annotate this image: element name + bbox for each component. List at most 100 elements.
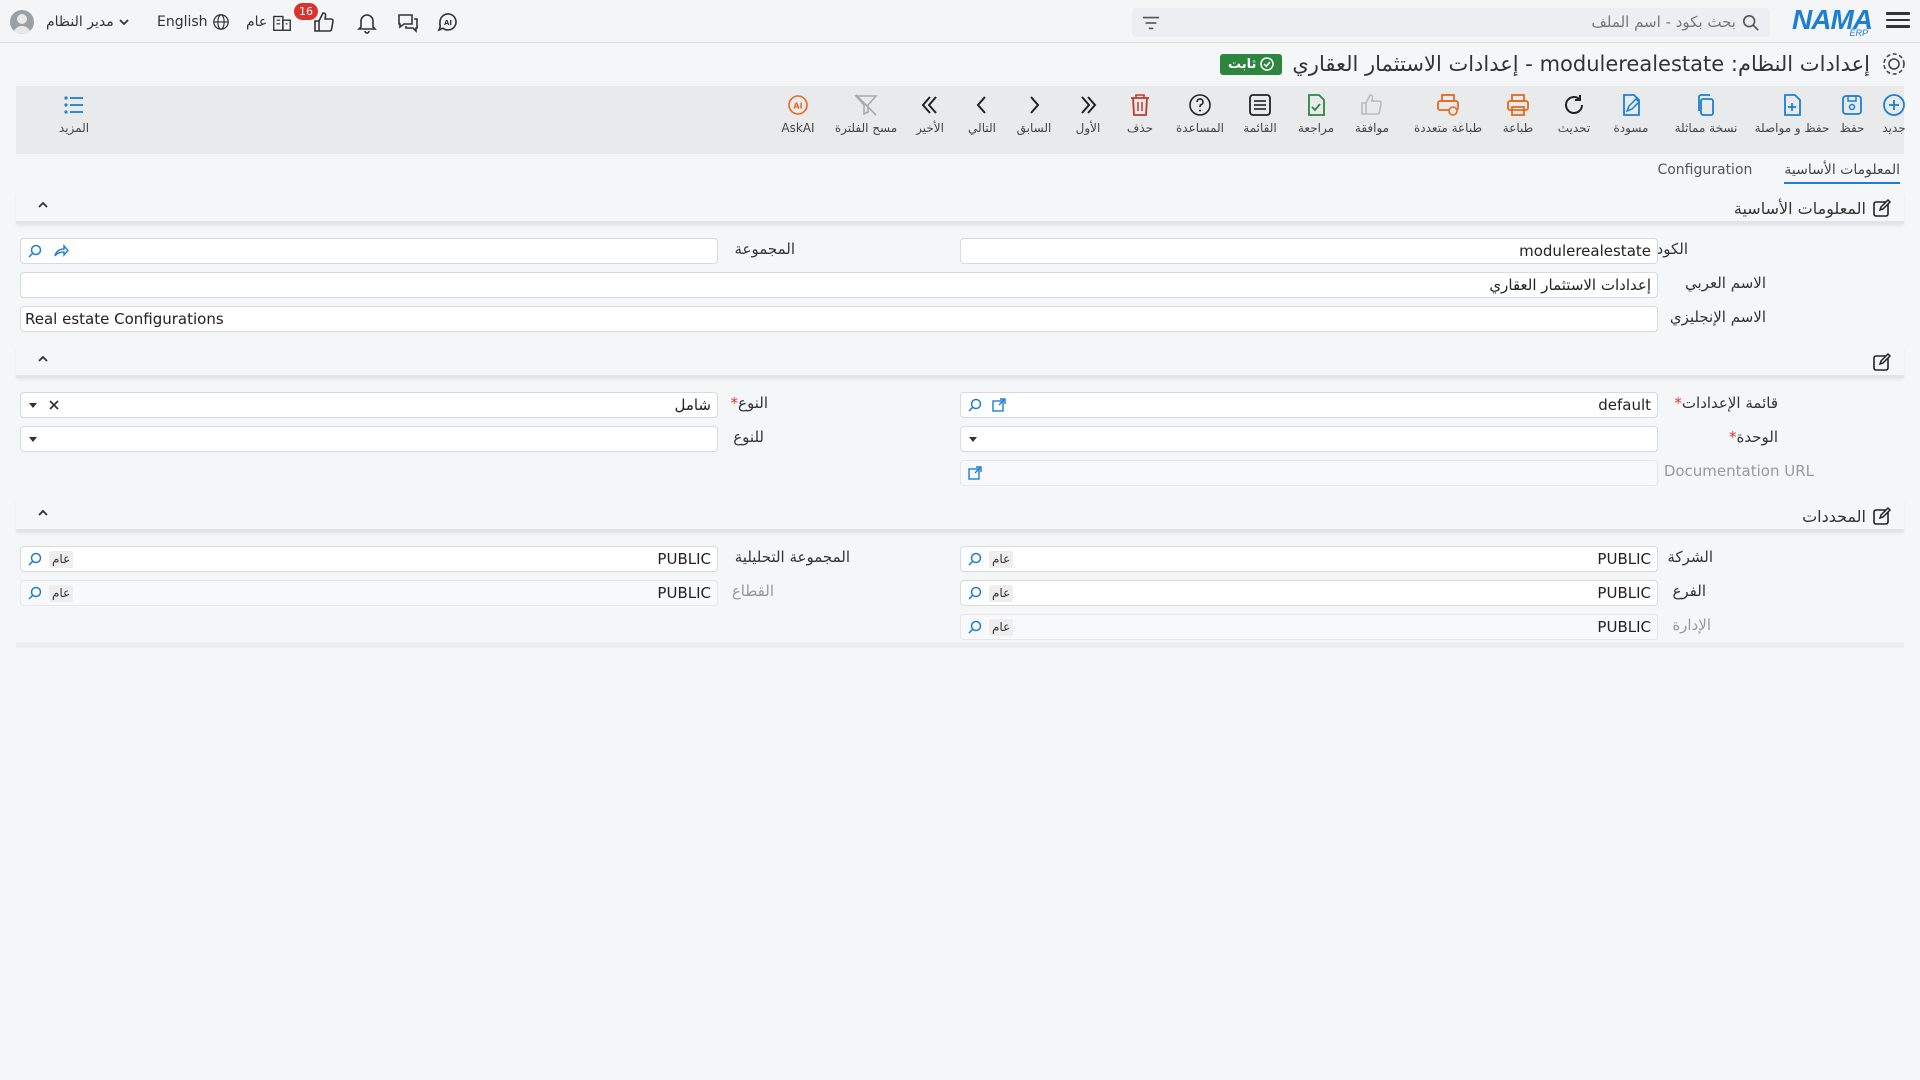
first-label: الأول (1075, 121, 1101, 135)
settings-list-label: قائمة الإعدادات* (1670, 394, 1778, 412)
company-tag: عام (989, 551, 1014, 568)
printer-icon (1507, 94, 1529, 116)
code-field[interactable]: modulerealestate (960, 238, 1658, 264)
search-lookup-icon[interactable] (967, 619, 983, 635)
collapse-icon[interactable] (36, 198, 50, 212)
next-label: التالي (968, 121, 996, 135)
analytic-group-value: PUBLIC (657, 550, 711, 568)
toolbar: جديد حفظ حفظ و مواصلة نسخة مماثلة مسودة … (16, 86, 1906, 154)
arabic-name-field[interactable]: إعدادات الاستثمار العقاري (20, 272, 1658, 298)
previous-label: السابق (1016, 121, 1052, 135)
collapse-icon[interactable] (36, 352, 50, 366)
settings-list-field[interactable]: default (960, 392, 1658, 418)
section-dimensions-title: المحددات (1802, 506, 1866, 526)
ai-chat-icon[interactable]: AI (436, 0, 460, 43)
clear-filter-icon (854, 94, 878, 116)
edit-icon (1873, 506, 1892, 525)
search-lookup-icon[interactable] (967, 397, 983, 413)
search-lookup-icon[interactable] (967, 585, 983, 601)
duplicate-label: نسخة مماثلة (1674, 121, 1738, 135)
filter-icon[interactable] (1142, 15, 1160, 31)
building-icon (273, 15, 292, 31)
type-label-text: النوع (738, 394, 768, 412)
dropdown-arrow-icon[interactable] (27, 399, 39, 411)
search-lookup-icon[interactable] (27, 243, 43, 259)
menu-icon[interactable] (1886, 8, 1910, 32)
chevron-down-icon (119, 18, 129, 25)
trash-icon (1131, 94, 1149, 116)
multi-print-button[interactable]: طباعة متعددة (1412, 92, 1484, 135)
status-badge: ثابت (1219, 53, 1283, 75)
section-basic-header[interactable]: المعلومات الأساسية (16, 192, 1904, 224)
company-label: الشركة (1667, 548, 1713, 566)
search-lookup-icon[interactable] (27, 551, 43, 567)
chat-icon[interactable] (396, 0, 420, 43)
sector-field[interactable]: PUBLIC عام (20, 580, 718, 606)
delete-label: حذف (1126, 121, 1154, 135)
clear-filter-button[interactable]: مسح الفلترة (830, 92, 902, 135)
required-mark: * (730, 394, 739, 412)
print-button[interactable]: طباعة (1482, 92, 1554, 135)
english-name-label: الاسم الإنجليزي (1669, 308, 1766, 326)
share-icon[interactable] (53, 243, 69, 259)
documentation-url-field[interactable] (960, 460, 1658, 486)
required-mark: * (1729, 428, 1737, 446)
status-text: ثابت (1227, 56, 1257, 72)
dropdown-arrow-icon[interactable] (27, 433, 39, 445)
required-mark: * (1674, 394, 1682, 412)
clear-filter-label: مسح الفلترة (834, 121, 898, 135)
analytic-group-field[interactable]: PUBLIC عام (20, 546, 718, 572)
group-label: المجموعة (734, 240, 795, 258)
branch-value: PUBLIC (1597, 584, 1651, 602)
more-button[interactable]: المزيد (38, 92, 110, 135)
save-continue-button[interactable]: حفظ و مواصلة (1755, 92, 1829, 135)
tab-configuration[interactable]: Configuration (1657, 160, 1752, 184)
double-chevron-left-icon (921, 96, 937, 114)
language-switch[interactable]: English (157, 0, 230, 43)
dropdown-arrow-icon[interactable] (967, 433, 979, 445)
duplicate-button[interactable]: نسخة مماثلة (1670, 92, 1742, 135)
tab-bar: المعلومات الأساسية Configuration (1657, 160, 1900, 184)
tab-basic-info[interactable]: المعلومات الأساسية (1784, 160, 1900, 184)
last-button[interactable]: الأخير (894, 92, 966, 135)
ask-ai-button[interactable]: AI AskAI (762, 92, 834, 135)
english-name-field[interactable]: Real estate Configurations (20, 306, 1658, 332)
for-type-select[interactable] (20, 426, 718, 452)
branch-label: الفرع (1672, 582, 1706, 600)
type-select[interactable]: شامل (20, 392, 718, 418)
form-bottom-divider (16, 642, 1904, 648)
search-input[interactable]: بحث بكود - اسم الملف (1132, 8, 1770, 37)
bell-icon[interactable] (355, 0, 379, 43)
check-circle-icon (1260, 57, 1275, 71)
unit-select[interactable] (960, 426, 1658, 452)
company-field[interactable]: PUBLIC عام (960, 546, 1658, 572)
collapse-icon[interactable] (36, 506, 50, 520)
group-field[interactable] (20, 238, 718, 264)
code-label: الكود (1656, 240, 1688, 258)
department-field[interactable]: PUBLIC عام (960, 614, 1658, 640)
analytic-group-tag: عام (49, 551, 74, 568)
logo[interactable]: NAMA ERP (1792, 4, 1873, 38)
multi-print-label: طباعة متعددة (1414, 121, 1483, 135)
public-selector[interactable]: عام (246, 0, 293, 43)
branch-field[interactable]: PUBLIC عام (960, 580, 1658, 606)
help-icon (1189, 94, 1211, 116)
refresh-label: تحديث (1557, 121, 1591, 135)
section-config-header[interactable] (16, 346, 1904, 378)
search-lookup-icon[interactable] (967, 551, 983, 567)
arabic-name-label: الاسم العربي (1685, 274, 1766, 292)
branch-tag: عام (989, 585, 1014, 602)
clear-icon[interactable] (47, 398, 61, 412)
approvals-icon[interactable]: 16 (294, 0, 336, 43)
chevron-left-icon (976, 96, 986, 114)
search-lookup-icon[interactable] (27, 585, 43, 601)
company-value: PUBLIC (1597, 550, 1651, 568)
type-value: شامل (674, 396, 711, 414)
svg-text:AI: AI (793, 102, 802, 111)
external-link-icon[interactable] (967, 465, 983, 481)
section-dimensions-header[interactable]: المحددات (16, 500, 1904, 532)
external-link-icon[interactable] (991, 397, 1007, 413)
user-menu[interactable]: مدير النظام (10, 0, 130, 43)
file-check-icon (1308, 94, 1325, 116)
more-list-icon (64, 96, 83, 114)
